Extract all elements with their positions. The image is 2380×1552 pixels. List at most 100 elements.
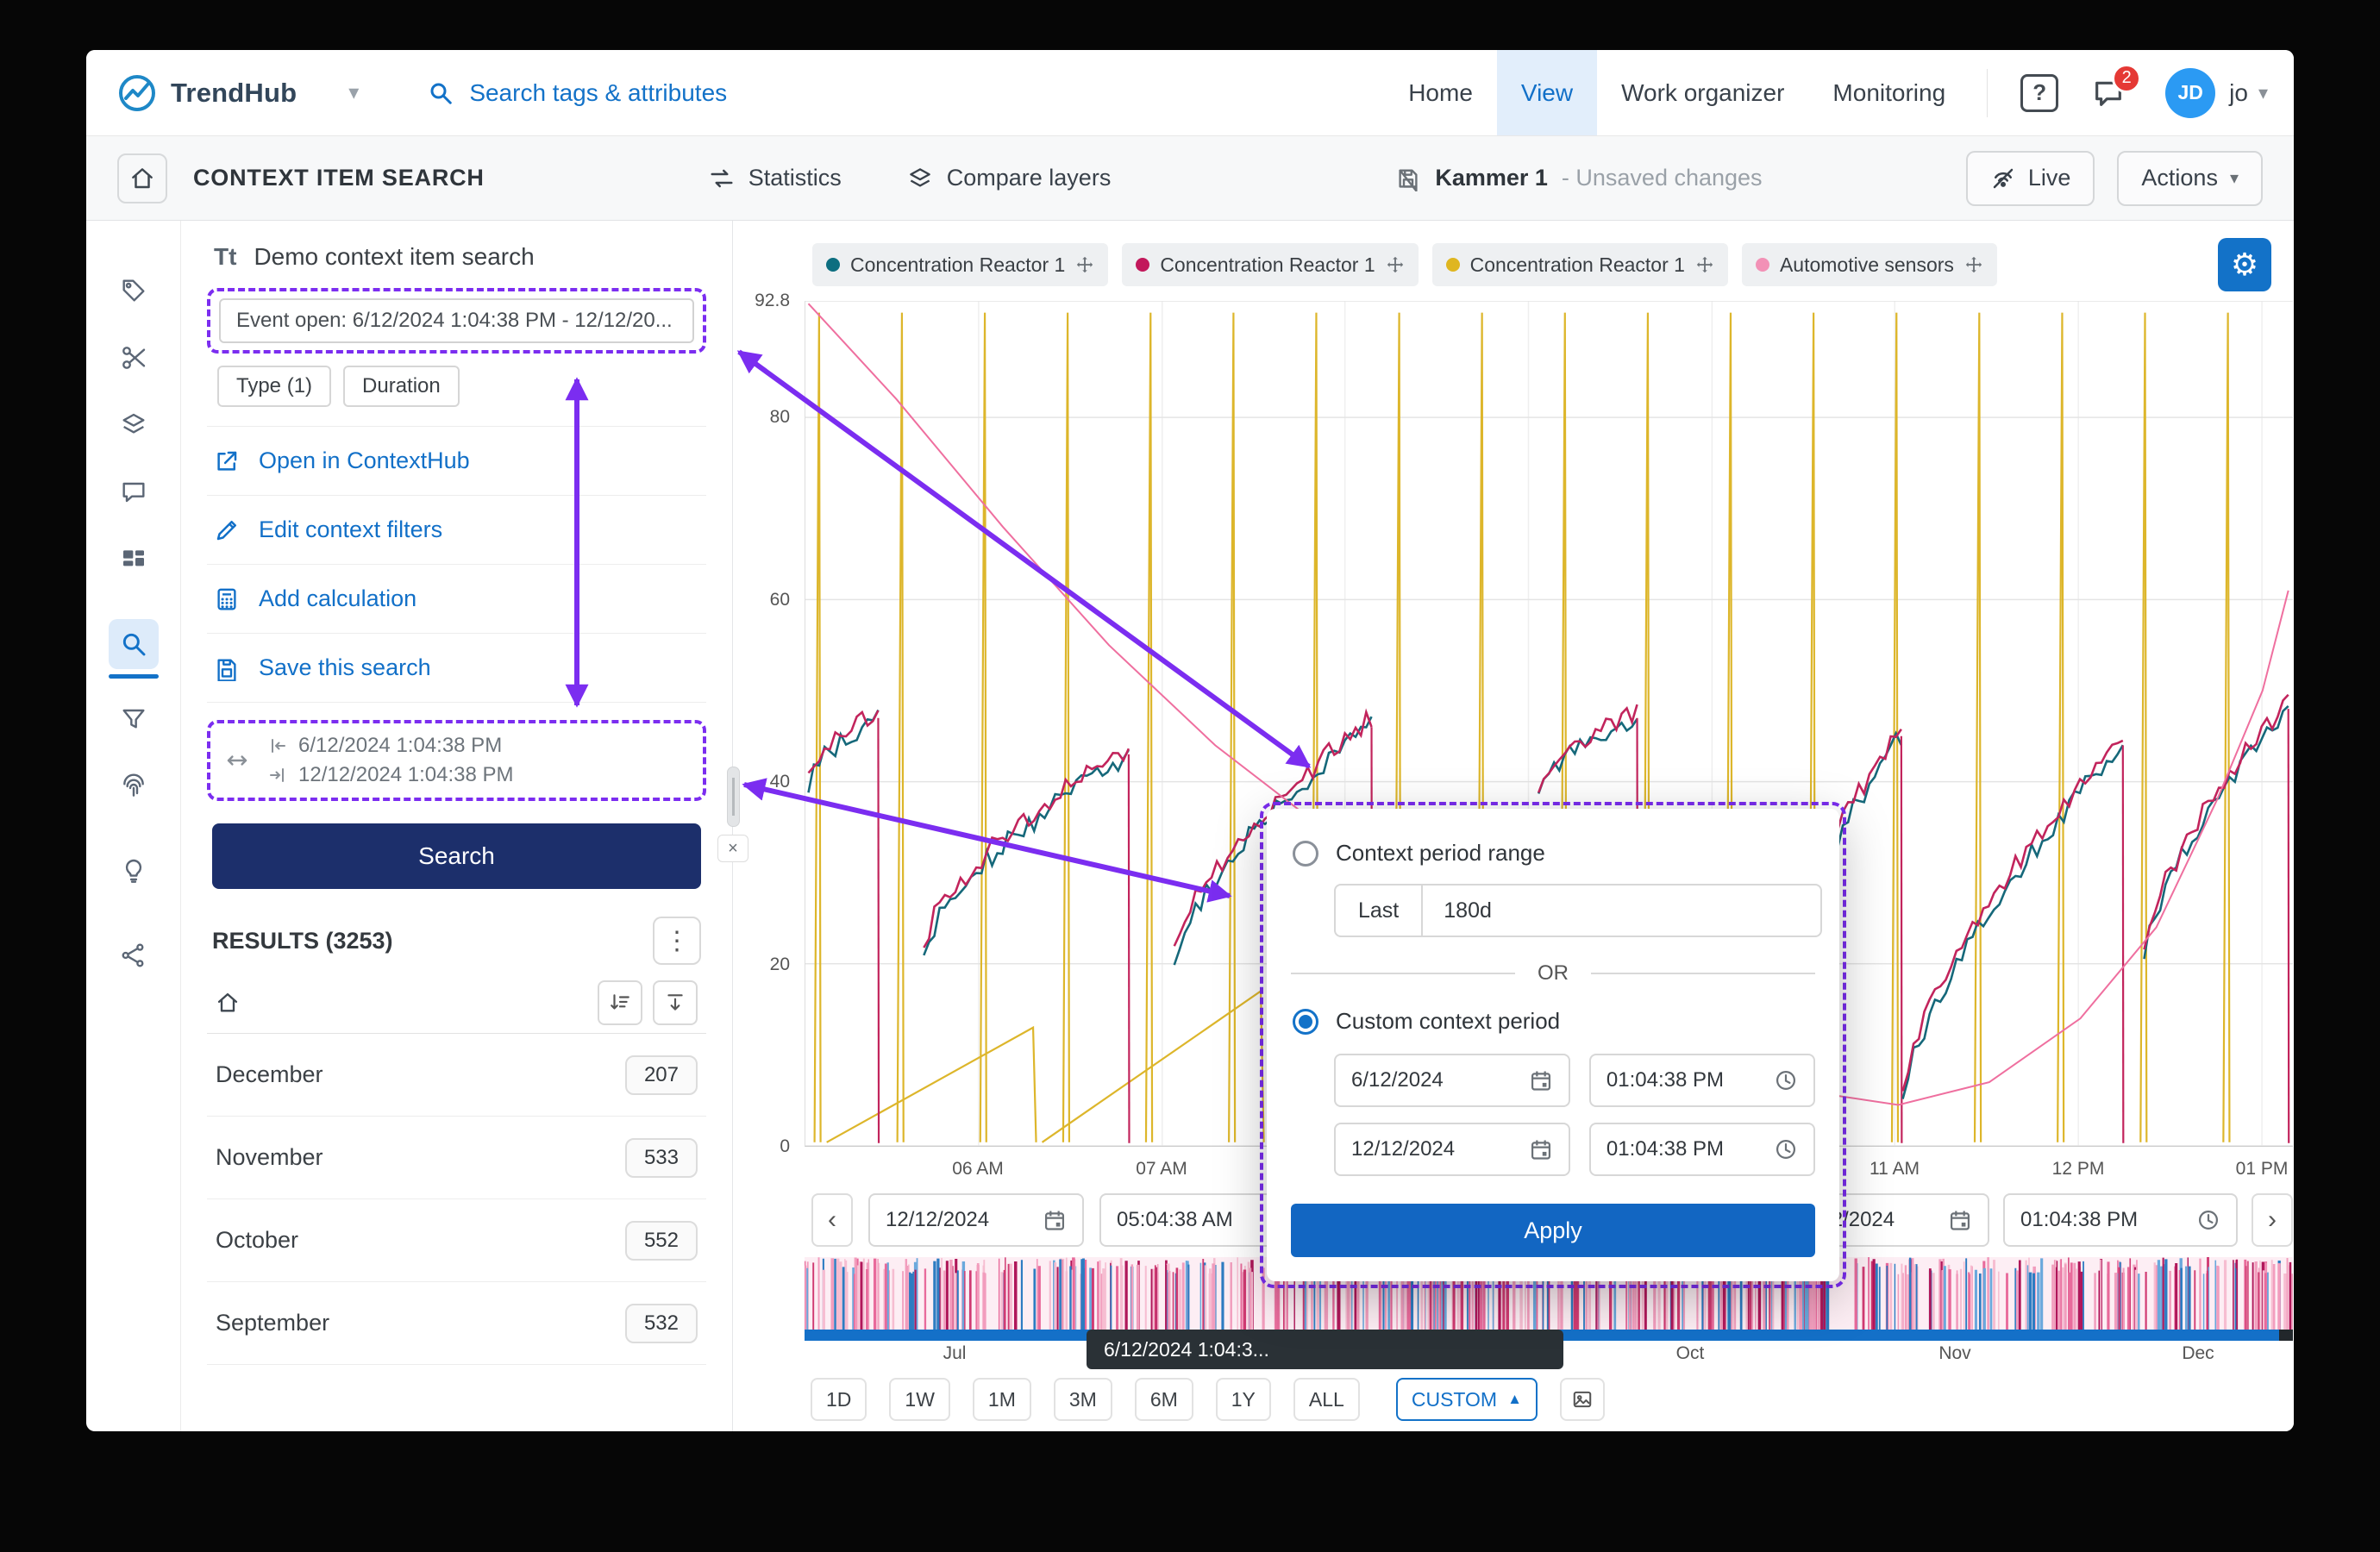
global-search[interactable]	[428, 79, 883, 107]
actions-dropdown[interactable]: Actions ▾	[2117, 151, 2263, 206]
last-value[interactable]: 180d	[1423, 886, 1820, 936]
legend-chip-reactor-1[interactable]: Concentration Reactor 1	[812, 243, 1108, 286]
event-filter-chip[interactable]: Event open: 6/12/2024 1:04:38 PM - 12/12…	[219, 298, 694, 343]
top-navbar: TrendHub ▾ Home View Work organizer Moni…	[86, 50, 2294, 136]
rail-comments-button[interactable]	[109, 467, 159, 517]
calendar-icon[interactable]	[1948, 1208, 1972, 1232]
rail-dashboard-button[interactable]	[109, 535, 159, 585]
clock-icon[interactable]	[1774, 1137, 1798, 1161]
rail-search-button[interactable]	[109, 619, 159, 669]
zoom-1m-button[interactable]: 1M	[973, 1378, 1031, 1421]
document-info[interactable]: Kammer 1 - Unsaved changes	[1395, 165, 1762, 191]
zoom-1y-button[interactable]: 1Y	[1216, 1378, 1271, 1421]
step-forward-button[interactable]: ›	[2252, 1193, 2293, 1247]
result-row-september[interactable]: September 532	[207, 1282, 706, 1365]
popup-end-time-input[interactable]: 01:04:38 PM	[1589, 1123, 1815, 1176]
zoom-1d-button[interactable]: 1D	[811, 1378, 867, 1421]
filter-chip-row: Type (1) Duration	[217, 366, 706, 407]
rail-filter-button[interactable]	[109, 694, 159, 744]
annotation-box-period: 6/12/2024 1:04:38 PM 12/12/2024 1:04:38 …	[207, 720, 706, 801]
search-button[interactable]: Search	[212, 823, 701, 889]
actions-chevron-down-icon: ▾	[2230, 167, 2239, 189]
legend-chip-reactor-2[interactable]: Concentration Reactor 1	[1122, 243, 1418, 286]
legend-dot	[1136, 258, 1149, 272]
search-name: Demo context item search	[254, 243, 534, 271]
home-icon	[129, 166, 155, 191]
nav-item-view[interactable]: View	[1497, 50, 1597, 135]
zoom-preset-row: 1D 1W 1M 3M 6M 1Y ALL CUSTOM ▲	[811, 1378, 1605, 1421]
move-icon[interactable]	[1075, 255, 1094, 274]
result-row-october[interactable]: October 552	[207, 1199, 706, 1282]
calendar-icon[interactable]	[1529, 1068, 1553, 1092]
nav-item-work-organizer[interactable]: Work organizer	[1597, 50, 1808, 135]
chart-settings-button[interactable]: ⚙	[2218, 238, 2271, 291]
result-row-november[interactable]: November 533	[207, 1117, 706, 1199]
apply-button[interactable]: Apply	[1291, 1204, 1815, 1257]
zoom-1w-button[interactable]: 1W	[889, 1378, 950, 1421]
view-end-time-input[interactable]: 01:04:38 PM	[2003, 1193, 2238, 1247]
compare-layers-button[interactable]: Compare layers	[907, 165, 1112, 191]
last-duration-input[interactable]: Last 180d	[1334, 884, 1822, 937]
legend-chip-reactor-3[interactable]: Concentration Reactor 1	[1432, 243, 1728, 286]
clock-icon[interactable]	[1774, 1068, 1798, 1092]
open-in-contexthub-link[interactable]: Open in ContextHub	[207, 427, 706, 496]
user-menu[interactable]: jo ▾	[2229, 79, 2268, 107]
zoom-6m-button[interactable]: 6M	[1135, 1378, 1193, 1421]
rail-fingerprint-button[interactable]	[109, 761, 159, 811]
notifications-button[interactable]: 2	[2091, 76, 2126, 110]
rail-cut-button[interactable]	[109, 333, 159, 383]
calendar-icon[interactable]	[1043, 1208, 1067, 1232]
statistics-button[interactable]: Statistics	[709, 165, 842, 191]
comment-icon	[120, 479, 147, 506]
home-view-button[interactable]	[117, 153, 167, 203]
live-off-icon	[1990, 166, 2016, 191]
avatar[interactable]: JD	[2165, 68, 2215, 118]
help-button[interactable]: ?	[2020, 74, 2058, 112]
sort-button[interactable]	[598, 980, 642, 1025]
chart-snapshot-button[interactable]	[1560, 1378, 1605, 1421]
view-start-date-input[interactable]: 12/12/2024	[868, 1193, 1084, 1247]
body-region: Tt Demo context item search Event open: …	[86, 221, 2294, 1431]
rail-recommendations-button[interactable]	[109, 846, 159, 896]
results-menu-button[interactable]: ⋮	[653, 917, 701, 965]
collapse-button[interactable]	[653, 980, 698, 1025]
workspace-chevron-down-icon[interactable]: ▾	[348, 80, 359, 105]
result-row-december[interactable]: December 207	[207, 1034, 706, 1117]
move-icon[interactable]	[1964, 255, 1983, 274]
radio-unchecked[interactable]	[1293, 841, 1318, 867]
zoom-all-button[interactable]: ALL	[1293, 1378, 1360, 1421]
sort-descending-icon	[609, 992, 631, 1014]
context-period-range-option[interactable]: Context period range	[1291, 836, 1815, 870]
clock-icon[interactable]	[2196, 1208, 2220, 1232]
popup-start-time-input[interactable]: 01:04:38 PM	[1589, 1054, 1815, 1107]
step-back-button[interactable]: ‹	[811, 1193, 853, 1247]
rail-layers-button[interactable]	[109, 400, 159, 450]
live-toggle[interactable]: Live	[1966, 151, 2095, 206]
rail-tags-button[interactable]	[109, 266, 159, 316]
edit-context-filters-link[interactable]: Edit context filters	[207, 496, 706, 565]
nav-item-home[interactable]: Home	[1384, 50, 1497, 135]
zoom-custom-button[interactable]: CUSTOM ▲	[1396, 1378, 1538, 1421]
nav-item-monitoring[interactable]: Monitoring	[1808, 50, 1970, 135]
panel-resize-handle[interactable]	[727, 767, 740, 827]
legend-chip-automotive-sensors[interactable]: Automotive sensors	[1742, 243, 1997, 286]
move-icon[interactable]	[1386, 255, 1405, 274]
popup-end-date-input[interactable]: 12/12/2024	[1334, 1123, 1570, 1176]
add-calculation-link[interactable]: Add calculation	[207, 565, 706, 634]
brand[interactable]: TrendHub	[117, 73, 297, 113]
end-bound-icon	[267, 765, 288, 785]
calendar-icon[interactable]	[1529, 1137, 1553, 1161]
type-filter-chip[interactable]: Type (1)	[217, 366, 331, 407]
move-icon[interactable]	[1695, 255, 1714, 274]
duration-filter-chip[interactable]: Duration	[343, 366, 460, 407]
radio-checked[interactable]	[1293, 1009, 1318, 1035]
zoom-3m-button[interactable]: 3M	[1054, 1378, 1112, 1421]
rail-ml-button[interactable]	[109, 930, 159, 980]
popup-start-date-input[interactable]: 6/12/2024	[1334, 1054, 1570, 1107]
nodes-icon	[120, 942, 147, 969]
save-this-search-link[interactable]: Save this search	[207, 634, 706, 703]
search-input[interactable]	[469, 79, 883, 107]
custom-context-period-option[interactable]: Custom context period	[1291, 1004, 1815, 1038]
timeline-tooltip: 6/12/2024 1:04:3...	[1087, 1330, 1563, 1369]
panel-close-button[interactable]: ×	[717, 835, 748, 862]
